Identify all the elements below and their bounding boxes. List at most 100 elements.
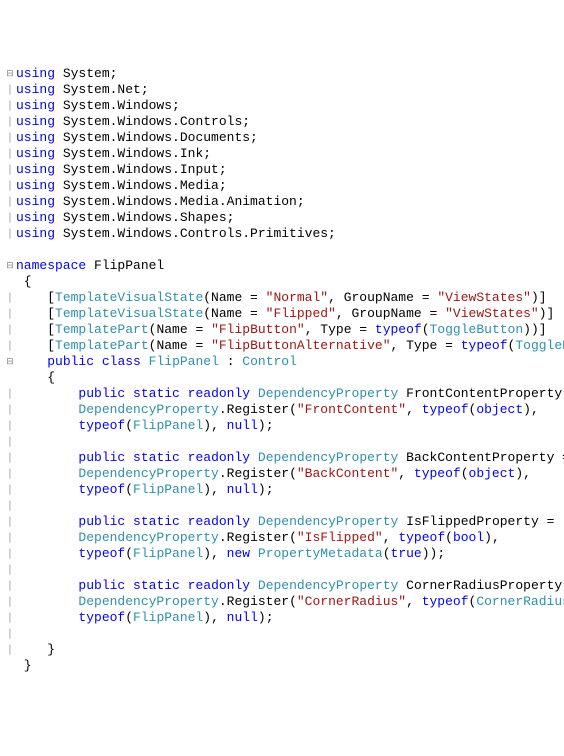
type-arg: bool <box>453 530 484 545</box>
using-namespace: System.Net; <box>55 82 149 97</box>
type-name: PropertyMetadata <box>258 546 383 561</box>
keyword: readonly <box>188 578 250 593</box>
outline-gutter <box>4 370 16 386</box>
outline-gutter: │ <box>4 322 16 338</box>
keyword-typeof: typeof <box>398 530 445 545</box>
keyword-using: using <box>16 178 55 193</box>
class-name: FlipPanel <box>149 354 219 369</box>
keyword: true <box>391 546 422 561</box>
outline-gutter: │ <box>4 562 16 578</box>
string-literal: "BackContent" <box>297 466 398 481</box>
keyword-using: using <box>16 146 55 161</box>
outline-gutter: │ <box>4 178 16 194</box>
code-line: │ <box>4 562 560 578</box>
code-editor: ⊟using System;│using System.Net;│using S… <box>4 66 560 674</box>
keyword: static <box>133 514 180 529</box>
outline-gutter: │ <box>4 610 16 626</box>
code-line: │using System.Windows.Controls; <box>4 114 560 130</box>
outline-gutter: │ <box>4 226 16 242</box>
type-name: ToggleButton <box>515 338 564 353</box>
keyword-using: using <box>16 130 55 145</box>
string-literal: "IsFlipped" <box>297 530 383 545</box>
outline-gutter: │ <box>4 130 16 146</box>
type-name: ToggleButton <box>430 322 524 337</box>
code-line: ⊟namespace FlipPanel <box>4 258 560 274</box>
code-line: │ public static readonly DependencyPrope… <box>4 386 560 402</box>
type-arg: FlipPanel <box>133 418 203 433</box>
attribute-name: "FlipButton" <box>211 322 305 337</box>
outline-gutter: │ <box>4 498 16 514</box>
type-name: DependencyProperty <box>258 386 398 401</box>
brace: } <box>16 642 55 657</box>
code-line: │ [TemplatePart(Name = "FlipButtonAltern… <box>4 338 560 354</box>
keyword-typeof: typeof <box>422 594 469 609</box>
outline-gutter: ⊟ <box>4 66 16 82</box>
keyword-using: using <box>16 98 55 113</box>
attribute-type: TemplateVisualState <box>55 290 203 305</box>
using-namespace: System.Windows.Controls; <box>55 114 250 129</box>
code-line: │ [TemplateVisualState(Name = "Normal", … <box>4 290 560 306</box>
code-line: ⊟using System; <box>4 66 560 82</box>
keyword: public <box>78 386 125 401</box>
code-line: │ typeof(FlipPanel), null); <box>4 610 560 626</box>
code-line: │using System.Windows.Input; <box>4 162 560 178</box>
outline-gutter: │ <box>4 418 16 434</box>
outline-gutter: │ <box>4 434 16 450</box>
code-line: │ DependencyProperty.Register("IsFlipped… <box>4 530 560 546</box>
outline-gutter: │ <box>4 306 16 322</box>
code-line: │using System.Windows.Media; <box>4 178 560 194</box>
using-namespace: System.Windows.Controls.Primitives; <box>55 226 336 241</box>
keyword-namespace: namespace <box>16 258 86 273</box>
code-line: │using System.Windows.Shapes; <box>4 210 560 226</box>
keyword-typeof: typeof <box>78 610 125 625</box>
outline-gutter: │ <box>4 98 16 114</box>
code-line: │ <box>4 626 560 642</box>
code-line <box>4 242 560 258</box>
keyword-public: public <box>47 354 94 369</box>
keyword-using: using <box>16 82 55 97</box>
using-namespace: System.Windows.Shapes; <box>55 210 234 225</box>
type-arg: object <box>476 402 523 417</box>
keyword-using: using <box>16 194 55 209</box>
attribute-group: "ViewStates" <box>445 306 539 321</box>
attribute-name: "Normal" <box>266 290 328 305</box>
outline-gutter: │ <box>4 482 16 498</box>
keyword-using: using <box>16 226 55 241</box>
type-name: DependencyProperty <box>258 450 398 465</box>
type-name: DependencyProperty <box>258 514 398 529</box>
keyword-using: using <box>16 162 55 177</box>
using-namespace: System.Windows; <box>55 98 180 113</box>
type-name: DependencyProperty <box>78 530 218 545</box>
type-arg: CornerRadius <box>476 594 564 609</box>
field-name: FrontContentProperty = <box>398 386 564 401</box>
code-line: │using System.Windows.Media.Animation; <box>4 194 560 210</box>
outline-gutter: │ <box>4 642 16 658</box>
keyword-class: class <box>102 354 141 369</box>
code-line: │ public static readonly DependencyPrope… <box>4 450 560 466</box>
outline-gutter: ⊟ <box>4 258 16 274</box>
outline-gutter: │ <box>4 546 16 562</box>
outline-gutter: │ <box>4 194 16 210</box>
code-line: │ typeof(FlipPanel), new PropertyMetadat… <box>4 546 560 562</box>
code-line: │ DependencyProperty.Register("FrontCont… <box>4 402 560 418</box>
keyword: null <box>227 482 258 497</box>
keyword: new <box>227 546 250 561</box>
namespace-name: FlipPanel <box>86 258 164 273</box>
outline-gutter: │ <box>4 578 16 594</box>
using-namespace: System.Windows.Ink; <box>55 146 211 161</box>
type-name: DependencyProperty <box>78 402 218 417</box>
base-type: Control <box>242 354 297 369</box>
type-arg: FlipPanel <box>133 482 203 497</box>
attribute-group: "ViewStates" <box>437 290 531 305</box>
using-namespace: System.Windows.Documents; <box>55 130 258 145</box>
type-name: DependencyProperty <box>78 594 218 609</box>
field-name: IsFlippedProperty = <box>398 514 554 529</box>
keyword-using: using <box>16 66 55 81</box>
outline-gutter: │ <box>4 402 16 418</box>
outline-gutter: │ <box>4 514 16 530</box>
code-line: { <box>4 370 560 386</box>
outline-gutter: │ <box>4 162 16 178</box>
keyword-using: using <box>16 114 55 129</box>
string-literal: "FrontContent" <box>297 402 406 417</box>
code-line: { <box>4 274 560 290</box>
